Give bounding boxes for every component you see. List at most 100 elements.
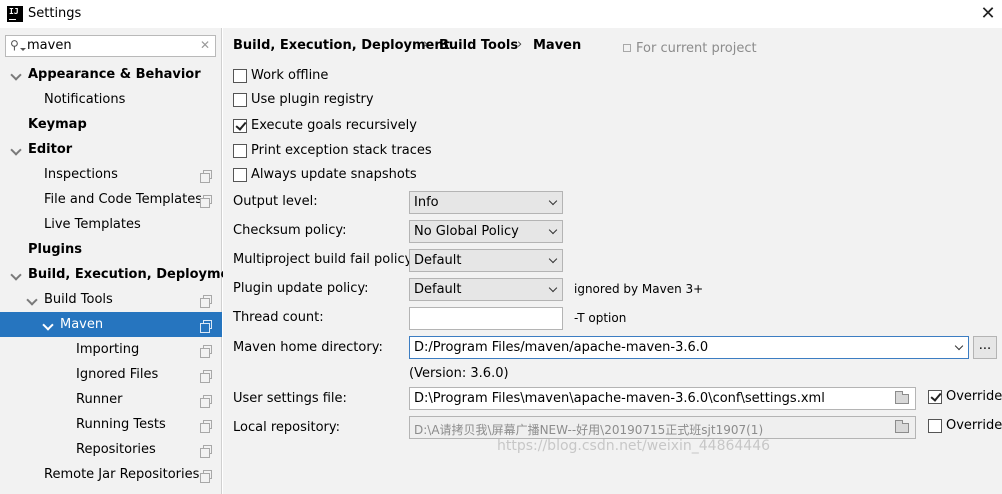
window-title: Settings: [28, 6, 82, 21]
chevron-down-icon: [548, 225, 558, 235]
tree-item-label: Plugins: [28, 242, 82, 257]
tree-item-label: Keymap: [28, 117, 87, 132]
tree-item[interactable]: Ignored Files: [0, 362, 222, 387]
search-query[interactable]: maven: [27, 38, 72, 53]
output-level-label: Output level:: [233, 194, 318, 209]
tree-item[interactable]: Runner: [0, 387, 222, 412]
tree-item[interactable]: Repositories: [0, 437, 222, 462]
project-scope-icon: [200, 170, 212, 183]
checkbox-label: Print exception stack traces: [251, 143, 432, 158]
close-icon[interactable]: ✕: [974, 0, 1002, 28]
thread-count-hint: -T option: [574, 311, 627, 325]
tree-item-label: Notifications: [44, 92, 126, 107]
project-scope-icon: [200, 195, 212, 208]
thread-count-input[interactable]: [409, 307, 563, 330]
chevron-down-icon[interactable]: [954, 341, 964, 351]
tree-item[interactable]: Live Templates: [0, 212, 222, 237]
local-repository-input[interactable]: D:\A请拷贝我\屏幕广播NEW--好用\20190715正式班sjt1907(…: [409, 416, 916, 439]
search-history-dropdown-icon[interactable]: [20, 48, 26, 51]
input-value[interactable]: D:/Program Files/maven/apache-maven-3.6.…: [414, 340, 708, 355]
checkbox-box[interactable]: [233, 119, 247, 133]
checksum-policy-select[interactable]: No Global Policy: [409, 220, 563, 243]
select-value: Info: [414, 195, 439, 210]
checkbox-box[interactable]: [928, 390, 942, 404]
tree-item-label: Appearance & Behavior: [28, 67, 201, 82]
chevron-down-icon[interactable]: [10, 269, 22, 281]
chevron-down-icon[interactable]: [42, 319, 54, 331]
output-level-select[interactable]: Info: [409, 191, 563, 214]
select-value: No Global Policy: [414, 224, 519, 239]
breadcrumb-item[interactable]: Build Tools: [439, 38, 518, 53]
tree-item-label: Maven: [60, 317, 104, 332]
tree-item-label: Importing: [76, 342, 140, 357]
maven-home-label: Maven home directory:: [233, 340, 383, 355]
checkbox-box[interactable]: [233, 93, 247, 107]
tree-item[interactable]: Build, Execution, Deployment: [0, 262, 245, 287]
multiproject-policy-select[interactable]: Default: [409, 249, 563, 272]
checkbox-box[interactable]: [928, 419, 942, 433]
tree-item-label: Runner: [76, 392, 123, 407]
project-scope-icon: [623, 44, 631, 52]
tree-item-label: Live Templates: [44, 217, 141, 232]
local-repository-label: Local repository:: [233, 420, 340, 435]
tree-item-label: Remote Jar Repositories: [44, 467, 200, 482]
chevron-down-icon[interactable]: [10, 144, 22, 156]
project-scope-icon: [200, 295, 212, 308]
tree-item[interactable]: Maven: [0, 312, 222, 337]
chevron-down-icon: [548, 196, 558, 206]
tree-item[interactable]: Importing: [0, 337, 222, 362]
tree-item-label: Running Tests: [76, 417, 166, 432]
user-settings-input[interactable]: D:\Program Files\maven\apache-maven-3.6.…: [409, 387, 916, 410]
chevron-down-icon: [548, 283, 558, 293]
chevron-down-icon[interactable]: [10, 69, 22, 81]
tree-item[interactable]: Running Tests: [0, 412, 222, 437]
breadcrumb-separator: ›: [517, 37, 523, 52]
tree-item[interactable]: Build Tools: [0, 287, 222, 312]
tree-item[interactable]: Appearance & Behavior: [0, 62, 222, 87]
watermark: https://blog.csdn.net/weixin_44864446: [497, 438, 771, 454]
project-scope-icon: [200, 445, 212, 458]
clear-search-icon[interactable]: ✕: [200, 38, 210, 52]
tree-item-label: Build, Execution, Deployment: [28, 267, 245, 282]
checkbox-box[interactable]: [233, 69, 247, 83]
chevron-down-icon[interactable]: [26, 294, 38, 306]
folder-icon[interactable]: [895, 391, 909, 404]
thread-count-label: Thread count:: [233, 310, 324, 325]
plugin-update-policy-label: Plugin update policy:: [233, 281, 369, 296]
project-scope-icon: [200, 470, 212, 483]
maven-settings-panel: Build, Execution, Deployment › Build Too…: [223, 28, 1002, 494]
select-value: Default: [414, 253, 462, 268]
browse-maven-home-button[interactable]: ...: [973, 336, 997, 359]
project-scope-icon: [200, 370, 212, 383]
scope-label: For current project: [636, 41, 757, 56]
tree-item[interactable]: Inspections: [0, 162, 222, 187]
checksum-policy-label: Checksum policy:: [233, 223, 347, 238]
search-icon: ⚲: [10, 38, 19, 52]
chevron-down-icon: [548, 254, 558, 264]
breadcrumb-item[interactable]: Build, Execution, Deployment: [233, 38, 450, 53]
user-settings-label: User settings file:: [233, 391, 347, 406]
folder-icon[interactable]: [895, 420, 909, 433]
multiproject-policy-label: Multiproject build fail policy:: [233, 252, 416, 267]
title-bar: IJ Settings ✕: [0, 0, 1002, 28]
tree-item[interactable]: Keymap: [0, 112, 222, 137]
tree-item-label: Build Tools: [44, 292, 113, 307]
input-value[interactable]: D:\Program Files\maven\apache-maven-3.6.…: [414, 391, 825, 406]
tree-item-label: File and Code Templates: [44, 192, 202, 207]
tree-item[interactable]: Plugins: [0, 237, 222, 262]
checkbox-label: Override: [946, 418, 1002, 433]
project-scope-icon: [200, 420, 212, 433]
tree-item[interactable]: Remote Jar Repositories: [0, 462, 222, 487]
tree-item[interactable]: Editor: [0, 137, 222, 162]
checkbox-box[interactable]: [233, 168, 247, 182]
breadcrumb-item: Maven: [533, 38, 582, 53]
select-value: Default: [414, 282, 462, 297]
maven-home-combo[interactable]: D:/Program Files/maven/apache-maven-3.6.…: [409, 336, 969, 359]
tree-item[interactable]: Notifications: [0, 87, 222, 112]
checkbox-label: Execute goals recursively: [251, 118, 417, 133]
checkbox-label: Use plugin registry: [251, 92, 374, 107]
tree-item[interactable]: File and Code Templates: [0, 187, 222, 212]
settings-search-input[interactable]: ⚲ maven ✕: [5, 35, 216, 57]
plugin-update-policy-select[interactable]: Default: [409, 278, 563, 301]
checkbox-box[interactable]: [233, 144, 247, 158]
